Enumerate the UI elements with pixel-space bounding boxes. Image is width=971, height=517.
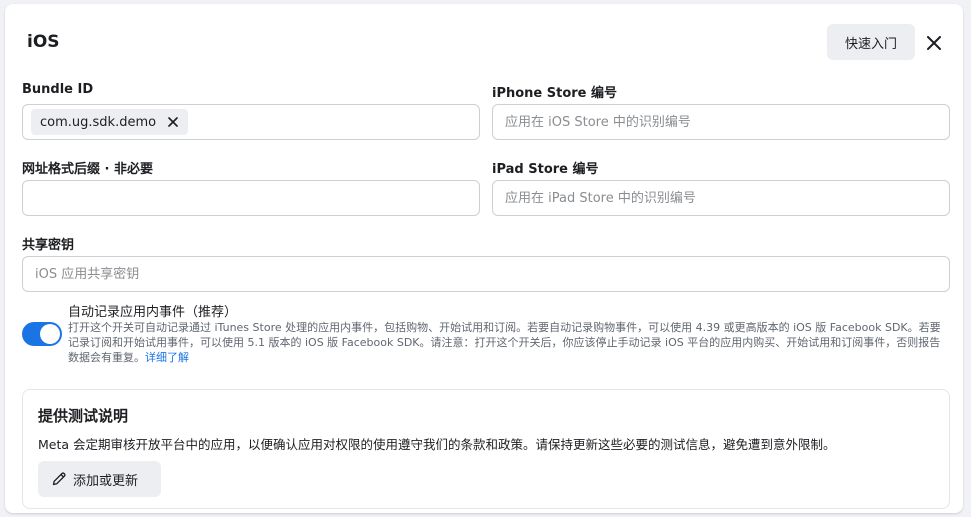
ipad-store-field[interactable]	[492, 180, 950, 216]
remove-chip-button[interactable]	[166, 115, 180, 129]
add-or-update-button[interactable]: 添加或更新	[38, 461, 161, 497]
auto-log-description: 打开这个开关可自动记录通过 iTunes Store 处理的应用内事件，包括购物…	[68, 320, 948, 365]
dialog-title: iOS	[27, 32, 60, 52]
iphone-store-field[interactable]	[492, 104, 950, 140]
auto-log-description-text: 打开这个开关可自动记录通过 iTunes Store 处理的应用内事件，包括购物…	[68, 321, 941, 364]
shared-secret-input[interactable]	[23, 257, 949, 291]
add-or-update-label: 添加或更新	[73, 473, 139, 489]
testing-section-description: Meta 会定期审核开放平台中的应用，以便确认应用对权限的使用遵守我们的条款和政…	[38, 437, 836, 452]
close-icon	[927, 36, 941, 50]
url-suffix-input[interactable]	[23, 181, 479, 215]
ipad-store-label: iPad Store 编号	[492, 162, 599, 177]
bundle-id-chip: com.ug.sdk.demo	[31, 109, 189, 135]
close-button[interactable]	[921, 30, 947, 56]
learn-more-link[interactable]: 详细了解	[145, 351, 189, 364]
bundle-id-chip-text: com.ug.sdk.demo	[40, 114, 157, 130]
testing-section-title: 提供测试说明	[38, 407, 129, 425]
shared-secret-label: 共享密钥	[22, 238, 75, 253]
shared-secret-field[interactable]	[22, 256, 950, 292]
close-icon	[168, 117, 178, 127]
pencil-icon	[51, 471, 67, 487]
ios-settings-dialog: iOS 快速入门 Bundle ID com.ug.sdk.demo iPhon…	[5, 4, 963, 513]
url-suffix-field[interactable]	[22, 180, 480, 216]
iphone-store-label: iPhone Store 编号	[492, 86, 618, 101]
iphone-store-input[interactable]	[493, 105, 949, 139]
url-suffix-label: 网址格式后缀 · 非必要	[22, 162, 153, 177]
auto-log-title: 自动记录应用内事件（推荐）	[68, 305, 238, 320]
ipad-store-input[interactable]	[493, 181, 949, 215]
bundle-id-field[interactable]: com.ug.sdk.demo	[22, 104, 480, 140]
bundle-id-label: Bundle ID	[22, 82, 94, 97]
toggle-knob	[40, 324, 60, 344]
quick-start-button[interactable]: 快速入门	[827, 24, 915, 60]
testing-instructions-section: 提供测试说明 Meta 会定期审核开放平台中的应用，以便确认应用对权限的使用遵守…	[22, 389, 950, 509]
auto-log-toggle[interactable]	[22, 322, 62, 346]
